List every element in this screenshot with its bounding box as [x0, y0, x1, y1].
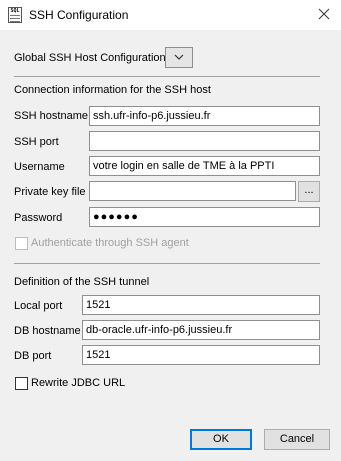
db-hostname-label: DB hostname [14, 325, 81, 337]
ssh-port-label: SSH port [14, 136, 59, 148]
ssh-port-input[interactable] [89, 131, 320, 151]
ssh-agent-label: Authenticate through SSH agent [31, 237, 189, 249]
private-key-label: Private key file [14, 186, 86, 198]
db-port-input[interactable]: 1521 [82, 345, 320, 365]
username-input[interactable]: votre login en salle de TME à la PPTI [89, 156, 320, 176]
close-icon[interactable] [317, 7, 331, 21]
ssh-hostname-input[interactable]: ssh.ufr-info-p6.jussieu.fr [89, 106, 320, 126]
local-port-label: Local port [14, 300, 63, 312]
password-input[interactable]: ●●●●●● [89, 207, 320, 227]
browse-button[interactable]: ... [298, 181, 320, 202]
ok-button[interactable]: OK [190, 429, 252, 450]
db-hostname-input[interactable]: db-oracle.ufr-info-p6.jussieu.fr [82, 320, 320, 340]
separator [14, 263, 320, 264]
connection-heading: Connection information for the SSH host [14, 84, 211, 96]
separator [14, 76, 320, 77]
password-label: Password [14, 212, 63, 224]
rewrite-jdbc-checkbox[interactable] [15, 377, 28, 390]
db-port-label: DB port [14, 350, 52, 362]
username-label: Username [14, 161, 65, 173]
chevron-down-icon [174, 54, 184, 60]
tunnel-heading: Definition of the SSH tunnel [14, 276, 150, 288]
ssh-agent-checkbox[interactable] [15, 237, 28, 250]
ssh-hostname-label: SSH hostname [14, 110, 88, 122]
window-title: SSH Configuration [29, 8, 129, 22]
app-icon-text: SQL [10, 8, 20, 14]
cancel-button[interactable]: Cancel [264, 429, 330, 450]
global-config-label: Global SSH Host Configuration [14, 52, 166, 64]
title-bar: SQL SSH Configuration [0, 0, 341, 30]
local-port-input[interactable]: 1521 [82, 295, 320, 315]
private-key-input[interactable] [89, 181, 296, 201]
global-config-dropdown[interactable] [165, 47, 193, 68]
rewrite-jdbc-label: Rewrite JDBC URL [31, 377, 126, 389]
app-icon: SQL [8, 7, 22, 23]
